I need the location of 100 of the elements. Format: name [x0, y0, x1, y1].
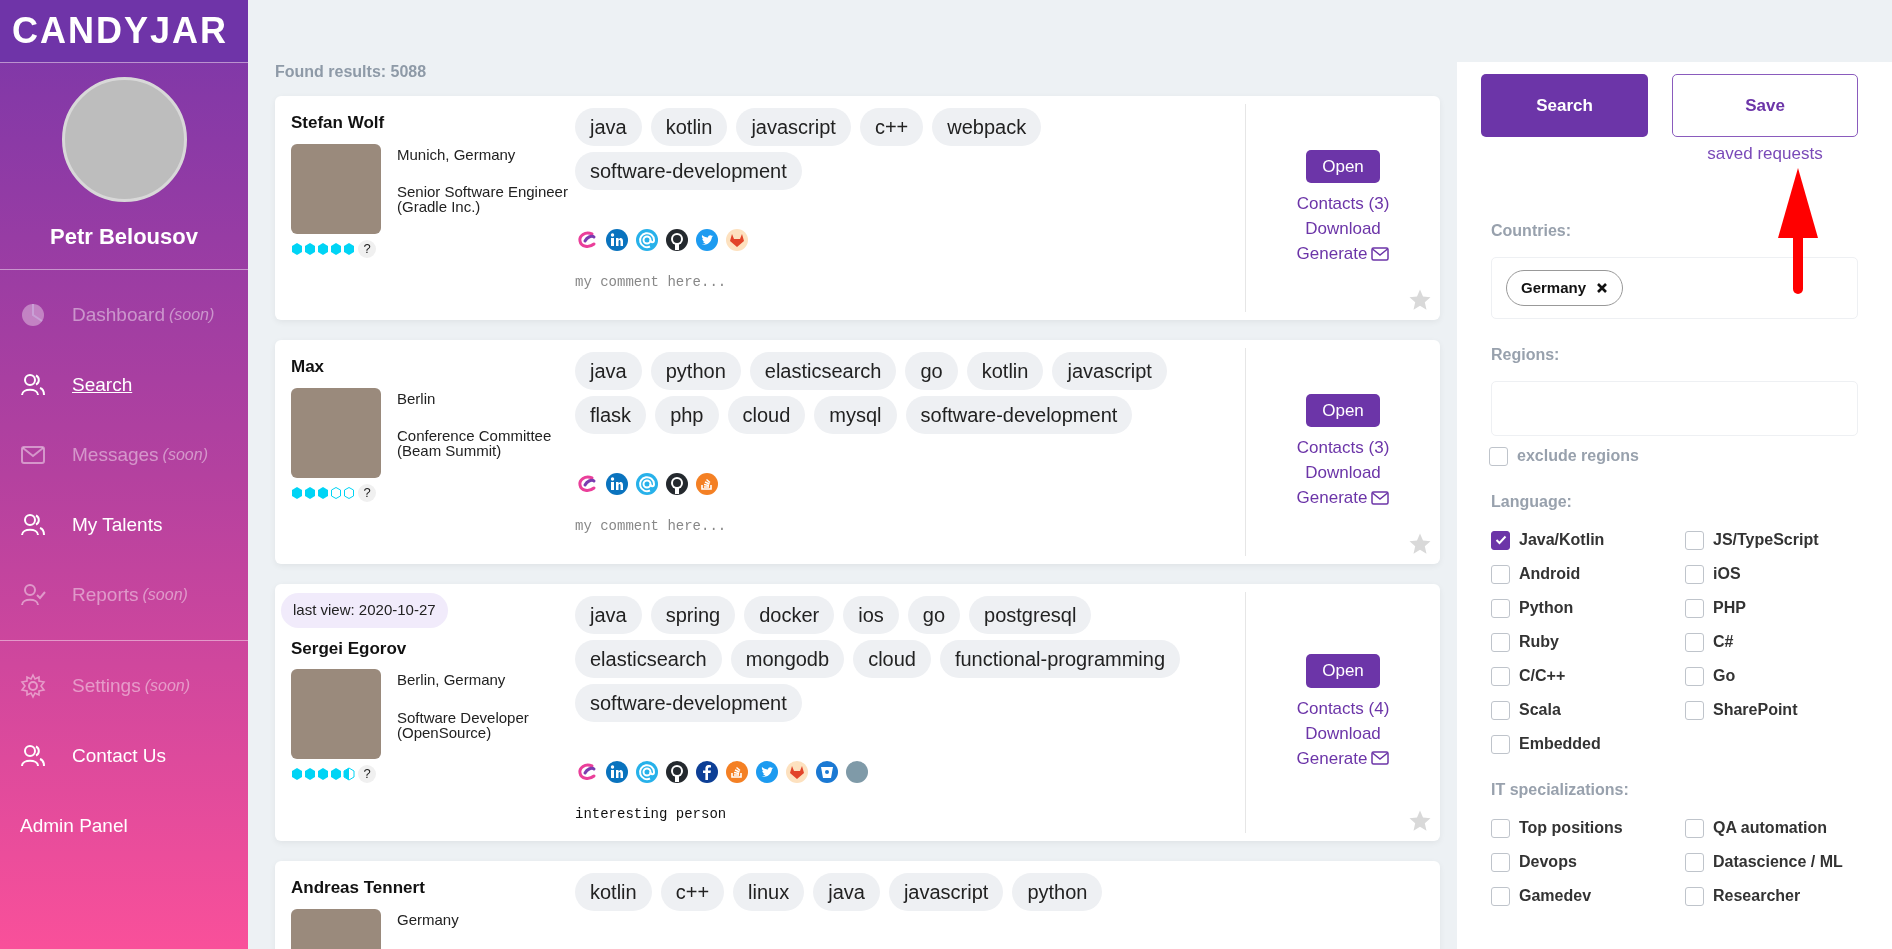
country-chip[interactable]: Germany — [1506, 269, 1624, 306]
candidate-position: Senior Software Engineer (Gradle Inc.) — [397, 184, 569, 214]
section-label: Countries: — [1491, 220, 1572, 241]
help-button[interactable]: ? — [358, 765, 376, 783]
download-link[interactable]: Download — [1305, 720, 1381, 746]
skill-tag: java — [813, 873, 880, 911]
skill-tag: c++ — [859, 108, 924, 146]
checkbox[interactable] — [1491, 886, 1510, 906]
at-sign-icon[interactable] — [635, 472, 659, 496]
bird-icon[interactable] — [695, 228, 719, 252]
logo: CANDYJAR — [0, 0, 248, 62]
checkbox[interactable] — [1685, 852, 1704, 872]
stack-icon[interactable] — [725, 760, 749, 784]
checkmark-icon — [1494, 535, 1507, 545]
section-label: Regions: — [1491, 345, 1561, 365]
star-icon[interactable] — [1408, 288, 1432, 312]
mail-icon — [1371, 246, 1390, 261]
skill-tag: cloud — [727, 396, 806, 434]
people-icon — [20, 512, 46, 538]
skill-tag: spring — [650, 596, 736, 634]
checkbox[interactable] — [1491, 734, 1510, 754]
linkedin-icon[interactable] — [605, 472, 629, 496]
checkbox[interactable] — [1491, 564, 1510, 584]
facebook-icon[interactable] — [695, 760, 719, 784]
candidate-name: Max — [291, 356, 326, 378]
checkbox-label: C# — [1713, 632, 1734, 652]
comment-field[interactable]: my comment here... — [575, 268, 975, 297]
candidate-name: Andreas Tennert — [291, 877, 426, 899]
skill-tag: kotlin — [575, 873, 652, 911]
checkbox[interactable] — [1491, 818, 1510, 838]
skill-tag: java — [575, 352, 642, 390]
nav-item[interactable]: Search — [0, 350, 248, 420]
help-button[interactable]: ? — [358, 239, 376, 258]
checkbox[interactable] — [1685, 700, 1704, 720]
nav-item[interactable]: Admin Panel — [0, 791, 248, 861]
checkbox[interactable] — [1491, 598, 1510, 618]
pie-chart-icon — [20, 302, 46, 328]
checkbox[interactable] — [1685, 666, 1704, 686]
contacts-link[interactable]: Contacts (3) — [1296, 191, 1390, 217]
skill-tag: java — [575, 596, 642, 634]
checkbox[interactable] — [1685, 886, 1704, 906]
checkbox[interactable] — [1685, 632, 1704, 652]
stack-icon[interactable] — [695, 472, 719, 496]
skill-tag: webpack — [932, 108, 1042, 146]
download-link[interactable]: Download — [1305, 216, 1381, 242]
candidate-position: Conference Committee (Beam Summit) — [397, 428, 553, 458]
checkbox[interactable] — [1685, 564, 1704, 584]
checkbox[interactable] — [1491, 852, 1510, 872]
checkbox[interactable] — [1685, 530, 1704, 550]
checkbox[interactable] — [1685, 598, 1704, 618]
checkbox-label: Go — [1713, 666, 1736, 686]
open-button[interactable]: Open — [1306, 654, 1380, 688]
people-icon — [20, 743, 46, 769]
skill-tag: go — [907, 596, 961, 634]
skill-tag: php — [655, 396, 719, 434]
nav-item[interactable]: My Talents — [0, 490, 248, 560]
nav-item[interactable]: Contact Us — [0, 721, 248, 791]
open-button[interactable]: Open — [1306, 149, 1380, 184]
user-name: Petr Belousov — [49, 223, 199, 251]
checkbox[interactable] — [1491, 530, 1510, 550]
checkbox[interactable] — [1491, 666, 1510, 686]
fox-icon[interactable] — [785, 760, 809, 784]
circle-icon[interactable] — [845, 760, 869, 784]
checkbox[interactable] — [1491, 632, 1510, 652]
comment-field[interactable]: interesting person — [575, 800, 975, 829]
fox-icon[interactable] — [725, 228, 749, 252]
bucket-icon[interactable] — [815, 760, 839, 784]
checkbox-label: Researcher — [1713, 886, 1801, 906]
comment-field[interactable]: my comment here... — [575, 512, 975, 541]
star-icon[interactable] — [1408, 532, 1432, 556]
checkbox-label: JS/TypeScript — [1713, 530, 1819, 550]
checkbox[interactable] — [1685, 818, 1704, 838]
skill-tag: python — [650, 352, 741, 390]
star-icon[interactable] — [1408, 809, 1432, 833]
download-link[interactable]: Download — [1305, 460, 1381, 486]
candidate-position: Software Developer (OpenSource) — [397, 709, 530, 740]
results-count: Found results: 5088 — [275, 62, 428, 82]
generate-link[interactable]: Generate — [1296, 241, 1390, 267]
bird-icon[interactable] — [755, 760, 779, 784]
at-sign-icon[interactable] — [635, 228, 659, 252]
generate-link[interactable]: Generate — [1296, 485, 1390, 511]
skill-tag: postgresql — [969, 596, 1092, 634]
linkedin-icon[interactable] — [605, 760, 629, 784]
skill-tag: mongodb — [730, 640, 845, 678]
at-sign-icon[interactable] — [635, 760, 659, 784]
linkedin-icon[interactable] — [605, 228, 629, 252]
skill-tag: elasticsearch — [575, 640, 722, 678]
contacts-link[interactable]: Contacts (3) — [1296, 435, 1390, 461]
search-button[interactable]: Search — [1481, 74, 1648, 137]
countries-field[interactable]: Germany — [1491, 256, 1858, 319]
contacts-link[interactable]: Contacts (4) — [1296, 695, 1390, 721]
saved-requests-link[interactable]: saved requests — [1707, 141, 1823, 167]
checkbox-label: Embedded — [1519, 734, 1601, 754]
help-button[interactable]: ? — [358, 483, 376, 502]
generate-link[interactable]: Generate — [1296, 745, 1390, 771]
checkbox-label: exclude regions — [1517, 446, 1639, 466]
checkbox-label: Datascience / ML — [1713, 852, 1843, 872]
save-button[interactable]: Save — [1672, 74, 1858, 137]
checkbox[interactable] — [1491, 700, 1510, 720]
open-button[interactable]: Open — [1306, 393, 1380, 428]
